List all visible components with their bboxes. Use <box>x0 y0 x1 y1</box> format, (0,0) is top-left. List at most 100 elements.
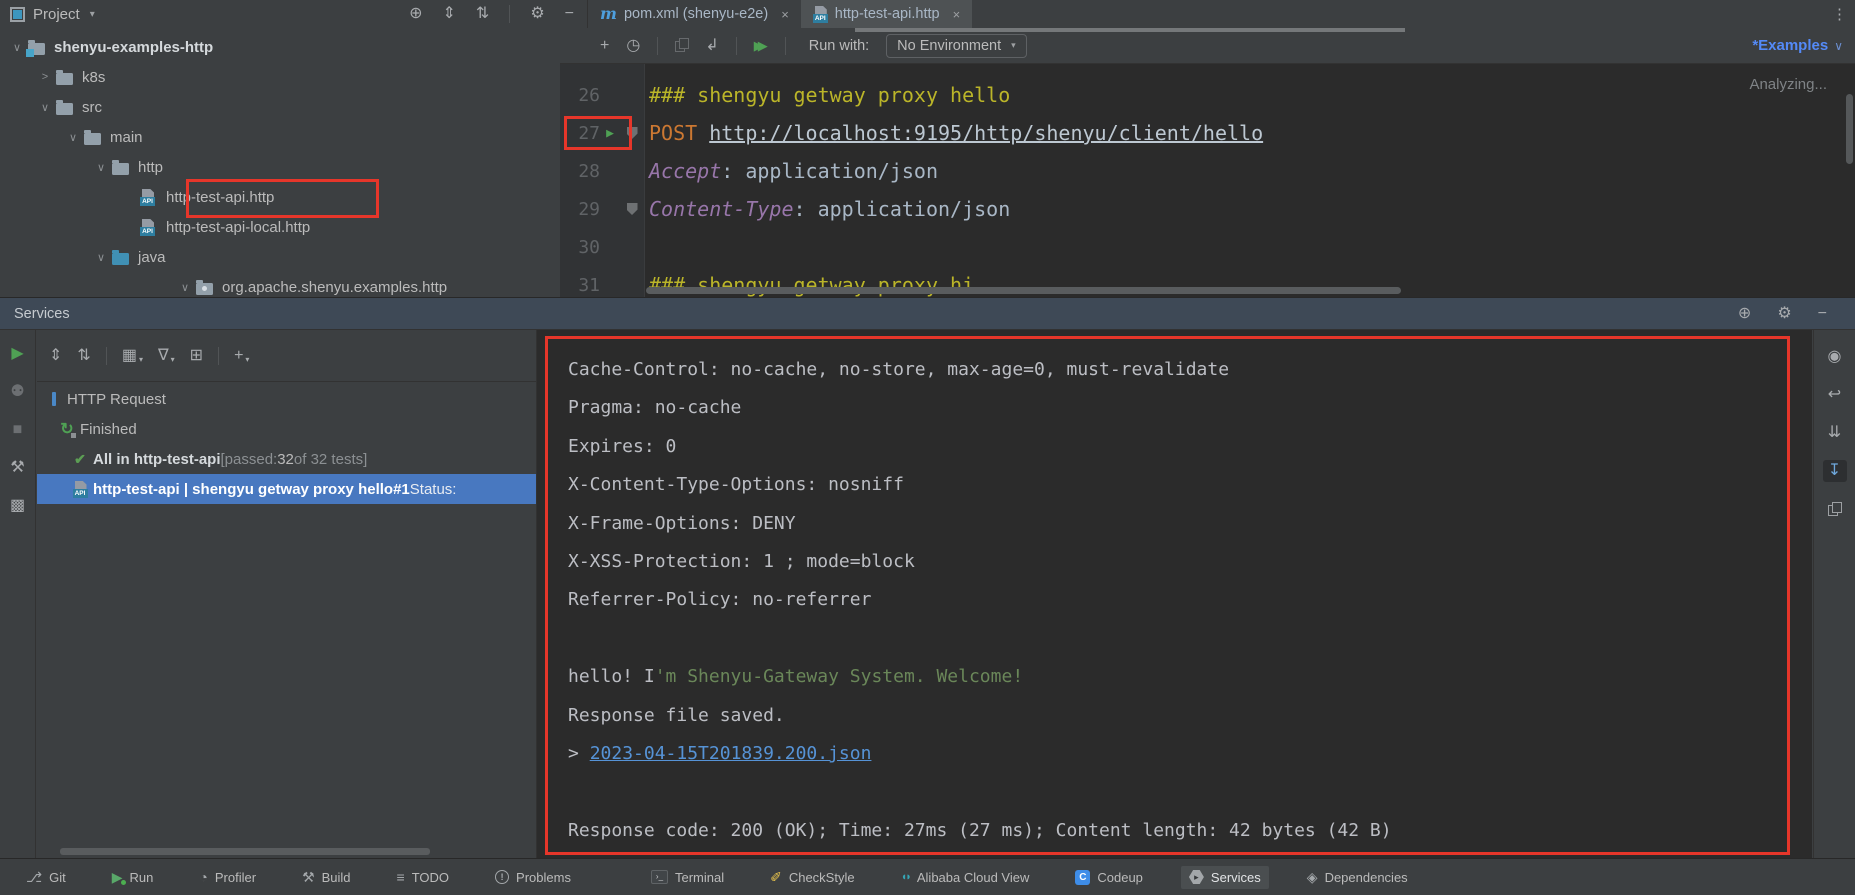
chevron-down-icon[interactable]: ∨ <box>34 101 56 114</box>
stop-icon[interactable]: ■ <box>13 420 23 440</box>
request-url[interactable]: http://localhost:9195/http/shenyu/client… <box>709 121 1263 145</box>
fold-marker-icon[interactable] <box>627 127 638 139</box>
tree-item-shenyu-examples-http[interactable]: ∨ shenyu-examples-http <box>0 32 560 62</box>
collapse-all-icon[interactable]: ⇅ <box>476 6 489 22</box>
tree-item-http-test-api-local-http[interactable]: APIhttp-test-api-local.http <box>0 212 560 242</box>
source-folder-icon <box>112 253 129 265</box>
statusbar-item-alibaba-cloud-view[interactable]: ◖◗Alibaba Cloud View <box>893 866 1038 889</box>
editor-horizontal-scrollbar[interactable] <box>646 287 1401 294</box>
chevron-down-icon[interactable]: ∨ <box>174 281 196 294</box>
statusbar-item-dependencies[interactable]: ◈Dependencies <box>1299 866 1416 889</box>
chevron-down-icon[interactable]: ∨ <box>90 251 112 264</box>
copy-icon[interactable] <box>675 38 688 53</box>
statusbar-item-label: Services <box>1211 870 1261 885</box>
fold-marker-icon[interactable] <box>627 203 638 215</box>
editor: +◷↲▶▶ Run with: No Environment ▾ *Exampl… <box>560 28 1855 297</box>
import-icon[interactable]: ↲ <box>705 38 718 54</box>
statusbar-item-checkstyle[interactable]: ✐CheckStyle <box>762 866 862 889</box>
settings-gear-icon[interactable]: ⚙ <box>1777 306 1791 322</box>
layout-grid-icon[interactable]: ▩ <box>10 496 25 516</box>
wrench-icon[interactable]: ⚒ <box>10 458 24 478</box>
tree-item-main[interactable]: ∨main <box>0 122 560 152</box>
folder-icon <box>56 73 73 85</box>
tree-item-src[interactable]: ∨src <box>0 92 560 122</box>
statusbar-item-build[interactable]: ⚒Build <box>294 866 358 889</box>
console-line <box>568 773 1787 811</box>
examples-dropdown[interactable]: *Examples ∨ <box>1752 37 1843 54</box>
statusbar-item-profiler[interactable]: ◔Profiler <box>191 866 264 889</box>
locate-icon[interactable]: ⊕ <box>409 6 422 22</box>
service-node-http-test-api-shengyu-getway-proxy-hello-1[interactable]: APIhttp-test-api | shengyu getway proxy … <box>37 474 536 504</box>
project-panel-title[interactable]: Project <box>33 6 80 23</box>
service-node-http-request[interactable]: HTTP Request <box>37 384 536 414</box>
copy-icon[interactable] <box>1823 498 1847 520</box>
chevron-down-icon[interactable]: ∨ <box>6 41 28 54</box>
service-node-all-in-http-test-api[interactable]: ✔All in http-test-api [passed: 32 of 32 … <box>37 444 536 474</box>
add-icon[interactable]: +▾ <box>234 348 249 364</box>
environment-select[interactable]: No Environment ▾ <box>886 34 1027 58</box>
editor-body[interactable]: 26### shengyu getway proxy hello27▶POST … <box>560 64 1855 297</box>
run-line-icon[interactable]: ▶ <box>600 126 620 141</box>
console-line: Expires: 0 <box>568 428 1787 466</box>
tree-item-label: java <box>138 249 166 266</box>
run-icon[interactable]: ▶ <box>11 344 23 364</box>
expand-all-icon[interactable]: ⇕ <box>443 6 456 22</box>
tree-item-java[interactable]: ∨ java <box>0 242 560 272</box>
chevron-down-icon[interactable]: ▾ <box>90 9 95 20</box>
statusbar-item-services[interactable]: ▸Services <box>1181 866 1269 889</box>
chevron-down-icon[interactable]: ∨ <box>90 161 112 174</box>
service-node-label: 32 <box>277 451 294 468</box>
statusbar-item-git[interactable]: ⎇Git <box>18 866 74 889</box>
services-tree-scrollbar[interactable] <box>60 848 430 855</box>
statusbar-item-run[interactable]: ▶Run <box>104 866 162 889</box>
tree-item-k8s[interactable]: >k8s <box>0 62 560 92</box>
response-file-link[interactable]: 2023-04-15T201839.200.json <box>590 743 872 764</box>
soft-wrap-icon[interactable]: ↩ <box>1823 384 1847 406</box>
response-console[interactable]: Cache-Control: no-cache, no-store, max-a… <box>537 330 1812 858</box>
examples-label: *Examples <box>1752 37 1828 54</box>
service-node-finished[interactable]: ↻Finished <box>37 414 536 444</box>
statusbar-item-problems[interactable]: !Problems <box>487 866 579 889</box>
tree-item-http-test-api-http[interactable]: APIhttp-test-api.http <box>0 182 560 212</box>
settings-gear-icon[interactable]: ⚙ <box>530 6 544 22</box>
history-icon[interactable]: ◷ <box>626 38 640 54</box>
console-line: > 2023-04-15T201839.200.json <box>568 735 1787 773</box>
preview-eye-icon[interactable]: ◉ <box>1823 346 1847 368</box>
tree-icon-slot <box>196 279 219 295</box>
tree-item-http[interactable]: ∨http <box>0 152 560 182</box>
collapse-all-icon[interactable]: ⇅ <box>77 348 90 364</box>
locate-icon[interactable]: ⊕ <box>1738 306 1751 322</box>
tab-pom-xml-shenyu-e2e[interactable]: mpom.xml (shenyu-e2e)× <box>588 0 801 28</box>
hide-panel-icon[interactable]: − <box>1818 306 1827 322</box>
tree-item-label: http-test-api.http <box>166 189 274 206</box>
filter-icon[interactable]: ∇▾ <box>158 348 175 364</box>
tree-icon-slot <box>112 159 135 175</box>
statusbar-item-codeup[interactable]: CCodeup <box>1067 866 1151 889</box>
pin-to-bottom-icon[interactable]: ↧ <box>1823 460 1847 482</box>
statusbar-item-todo[interactable]: ≡TODO <box>389 866 458 889</box>
chevron-right-icon[interactable]: > <box>34 71 56 83</box>
service-icon-slot: ✔ <box>67 451 93 468</box>
close-icon[interactable]: × <box>781 7 789 22</box>
tab-http-test-api-http[interactable]: APIhttp-test-api.http× <box>801 0 972 28</box>
tree-icon-slot <box>56 69 79 85</box>
close-icon[interactable]: × <box>953 7 961 22</box>
group-by-icon[interactable]: ▦▾ <box>122 348 143 364</box>
statusbar-item-terminal[interactable]: ›_Terminal <box>643 866 732 889</box>
hide-panel-icon[interactable]: − <box>565 6 574 22</box>
expand-all-icon[interactable]: ⇕ <box>49 348 62 364</box>
add-request-icon[interactable]: + <box>600 38 609 54</box>
gutter-cell: 29 <box>560 190 645 228</box>
debug-icon[interactable]: ⚉ <box>10 382 24 402</box>
tree-item-org-apache-shenyu-examples-http[interactable]: ∨org.apache.shenyu.examples.http <box>0 272 560 297</box>
tree-item-label: shenyu-examples-http <box>54 39 213 56</box>
statusbar-item-label: Build <box>322 870 351 885</box>
chevron-down-icon[interactable]: ∨ <box>62 131 84 144</box>
more-options-icon[interactable]: ⋮ <box>1832 0 1847 28</box>
editor-vertical-scrollbar[interactable] <box>1846 94 1853 164</box>
run-all-icon[interactable]: ▶▶ <box>754 39 768 52</box>
code-token: POST <box>649 121 697 145</box>
services-body: ▶ ⚉ ■ ⚒ ▩ ⇕ ⇅ ▦▾ ∇▾ ⊞ +▾ HTTP Request↻Finished✔Al… <box>0 330 1855 858</box>
add-service-frame-icon[interactable]: ⊞ <box>190 348 203 364</box>
scroll-to-end-icon[interactable]: ⇊ <box>1823 422 1847 444</box>
